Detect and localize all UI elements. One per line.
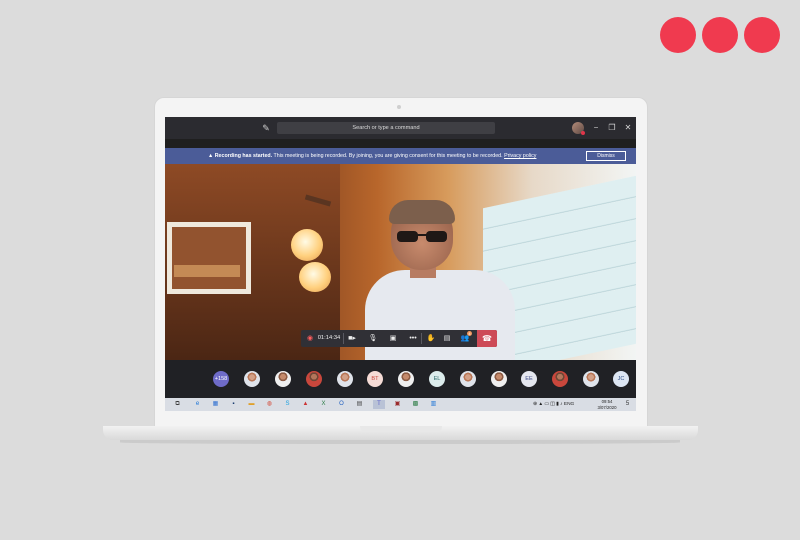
word-icon[interactable]: ▦ [211, 400, 220, 409]
participant-initials-jc[interactable]: JC [613, 371, 629, 387]
participant-initials-el[interactable]: EL [429, 371, 445, 387]
taskbar: ⧉ e ▦ ▪ ▬ ◍ S ▲ X O ▤ T ▣ ▩ ▥ ⊕ ▲ ▭ ◫ ▮ … [165, 398, 636, 411]
lens [397, 231, 418, 242]
webcam-dot [397, 105, 401, 109]
close-icon[interactable]: ✕ [623, 122, 633, 134]
participant-strip: +158 BT EL EE JC [165, 360, 636, 398]
compose-icon[interactable]: ✎ [261, 123, 271, 133]
meeting-controls: ◉ 01:14:34 ■▸ 🎙 ▣ ••• ✋ ▤ 👥 4 ☎ [301, 330, 497, 347]
participant-avatar[interactable] [306, 371, 322, 387]
edge-icon[interactable]: e [193, 400, 202, 409]
recording-banner: ▲ Recording has started. This meeting is… [165, 148, 636, 164]
video-wall-frame [167, 222, 251, 294]
hang-up-icon[interactable]: ☎ [477, 330, 497, 347]
task-view-icon[interactable]: ⧉ [173, 400, 182, 409]
minimize-icon[interactable]: − [591, 122, 601, 134]
search-input[interactable]: Search or type a command [277, 122, 495, 134]
laptop-base-notch [360, 426, 442, 432]
notifications-icon[interactable]: 5 [623, 400, 632, 409]
privacy-policy-link[interactable]: Privacy policy [504, 153, 536, 159]
speaker-hair [389, 200, 455, 224]
skype-icon[interactable]: S [283, 400, 292, 409]
laptop-shadow [120, 440, 680, 444]
chat-icon[interactable]: ▤ [441, 330, 453, 347]
participant-avatar[interactable] [460, 371, 476, 387]
record-icon: ◉ [306, 335, 314, 342]
photoshop-icon[interactable]: ▪ [229, 400, 238, 409]
brand-dots [660, 17, 780, 53]
video-lamp [299, 262, 331, 292]
lens [426, 231, 447, 242]
participant-initials-bt[interactable]: BT [367, 371, 383, 387]
profile-avatar[interactable] [572, 122, 585, 135]
banner-message: This meeting is being recorded. By joini… [272, 153, 505, 159]
status-indicator [581, 131, 585, 135]
meeting-timer: 01:14:34 [317, 335, 341, 341]
app-icon[interactable]: ▩ [411, 400, 420, 409]
excel-icon[interactable]: X [319, 400, 328, 409]
taskbar-clock[interactable]: 09:54 3/07/2020 [593, 399, 621, 410]
outlook-icon[interactable]: O [337, 400, 346, 409]
acrobat-icon[interactable]: ▲ [301, 400, 310, 409]
more-options-icon[interactable]: ••• [407, 330, 419, 347]
participant-avatar[interactable] [583, 371, 599, 387]
clock-date: 3/07/2020 [597, 404, 617, 410]
app-icon[interactable]: ▤ [355, 400, 364, 409]
mic-muted-icon[interactable]: 🎙 [367, 330, 379, 347]
raise-hand-icon[interactable]: ✋ [425, 330, 437, 347]
chrome-icon[interactable]: ◍ [265, 400, 274, 409]
divider [421, 333, 422, 344]
participant-initials-ee[interactable]: EE [521, 371, 537, 387]
participant-avatar[interactable] [244, 371, 260, 387]
divider [343, 333, 344, 344]
participant-avatar[interactable] [552, 371, 568, 387]
participant-avatar[interactable] [491, 371, 507, 387]
participant-avatar[interactable] [337, 371, 353, 387]
tray-icons[interactable]: ⊕ ▲ ▭ ◫ ▮ ♪ ENG [533, 398, 574, 411]
participant-avatar[interactable] [275, 371, 291, 387]
app-icon[interactable]: ▥ [429, 400, 438, 409]
teams-icon[interactable]: T [373, 400, 385, 409]
banner-text: ▲ Recording has started. This meeting is… [208, 148, 536, 164]
camera-icon[interactable]: ■▸ [346, 330, 358, 347]
maximize-icon[interactable]: ❐ [607, 122, 617, 134]
overflow-participants[interactable]: +158 [213, 371, 229, 387]
dismiss-button[interactable]: Dismiss [586, 151, 626, 161]
share-screen-icon[interactable]: ▣ [387, 330, 399, 347]
video-shelf [174, 265, 240, 277]
video-lamp [291, 229, 323, 261]
banner-bold: Recording has started. [214, 153, 273, 159]
participants-icon[interactable]: 👥 4 [458, 330, 472, 347]
app-icon[interactable]: ▣ [393, 400, 402, 409]
brand-dot [744, 17, 780, 53]
laptop-screen: ✎ Search or type a command − ❐ ✕ ▲ Recor… [165, 117, 636, 411]
participant-avatar[interactable] [398, 371, 414, 387]
brand-dot [660, 17, 696, 53]
warning-icon: ▲ [208, 153, 214, 159]
speaker-glasses [397, 231, 447, 242]
brand-dot [702, 17, 738, 53]
title-bar: ✎ Search or type a command − ❐ ✕ [165, 117, 636, 139]
explorer-icon[interactable]: ▬ [247, 400, 256, 409]
participants-badge: 4 [467, 331, 472, 336]
